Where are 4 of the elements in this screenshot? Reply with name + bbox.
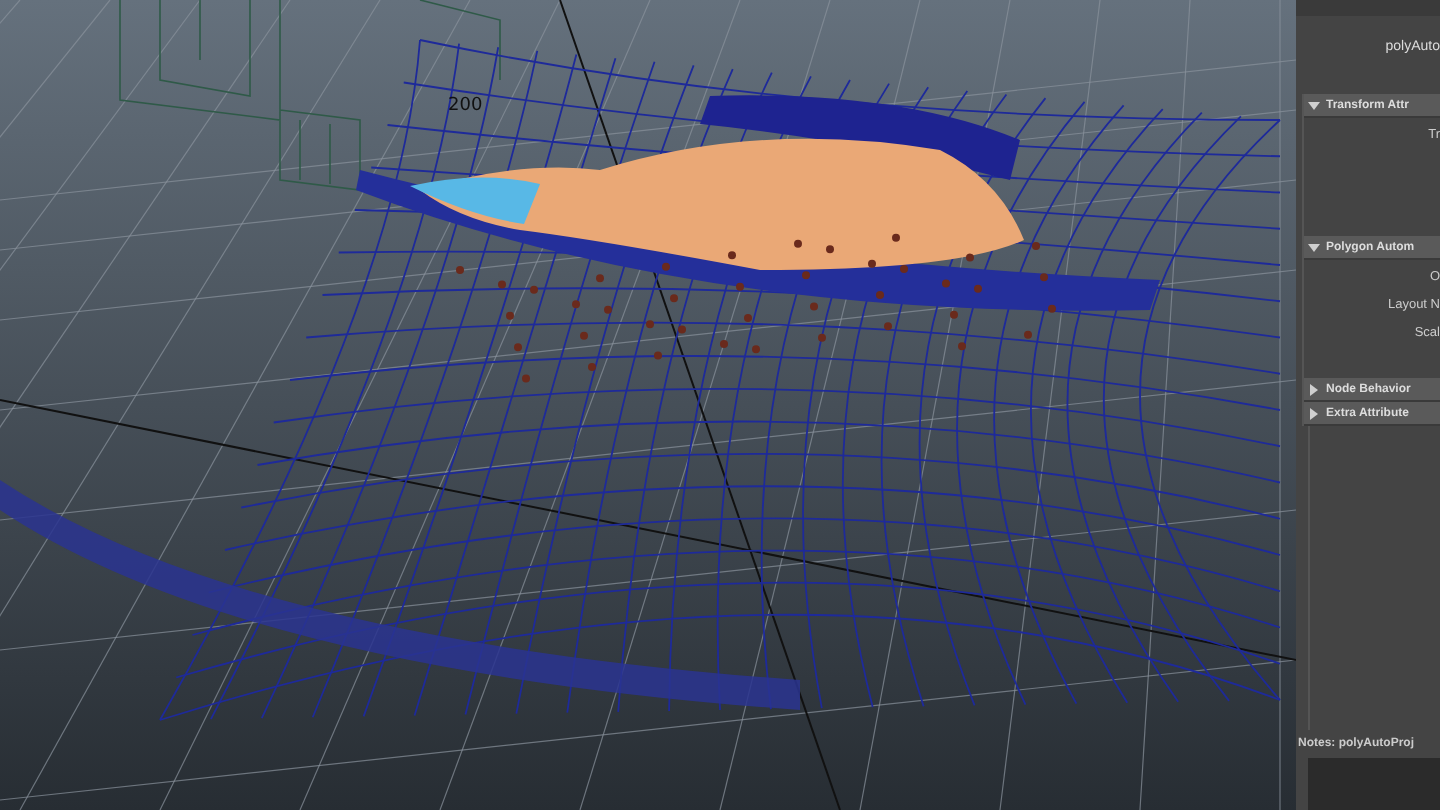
expanded-triangle-icon	[1308, 241, 1320, 253]
grid-label: 200	[448, 96, 483, 116]
notes-field[interactable]	[1308, 758, 1440, 810]
expanded-triangle-icon	[1308, 99, 1320, 111]
